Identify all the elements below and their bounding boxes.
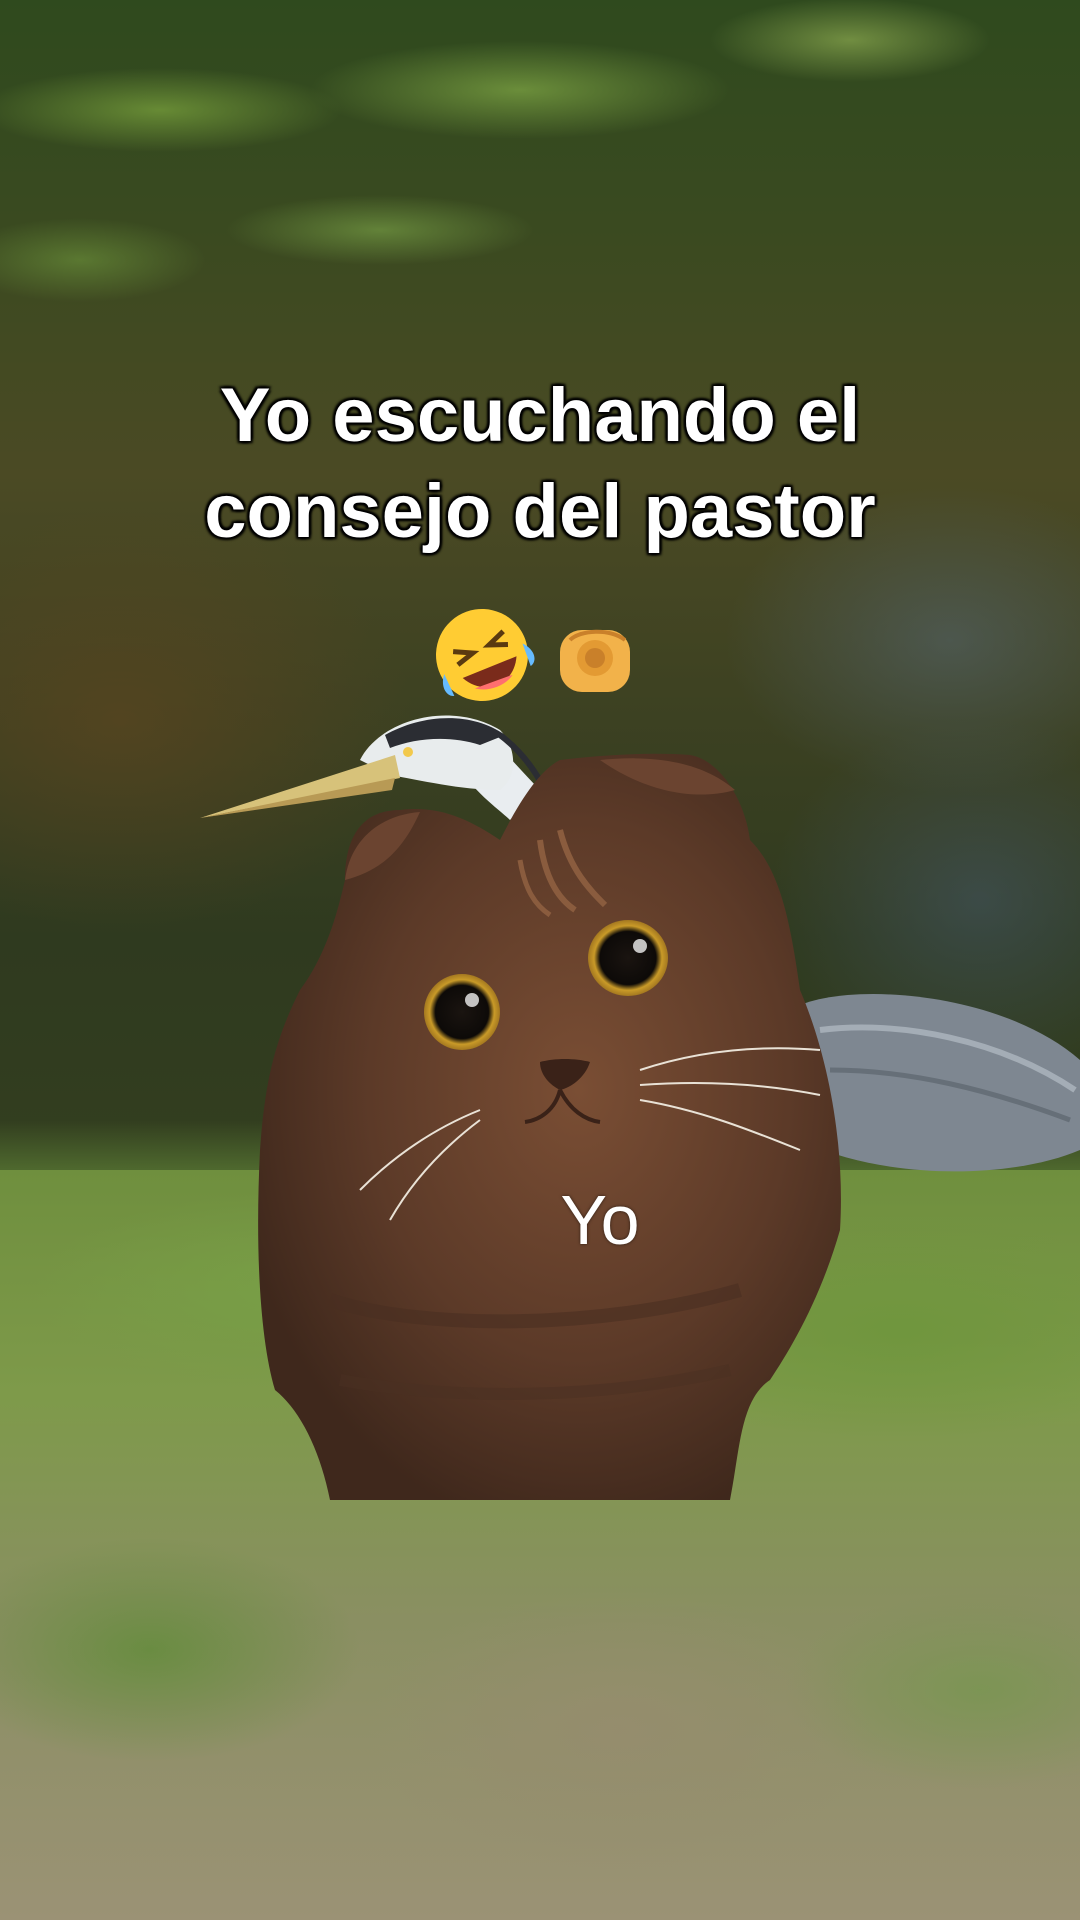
caption-line-1: Yo escuchando el [219,373,861,458]
video-frame: Yo escuchando el consejo del pastor Yo [0,0,1080,1920]
backhand-index-pointing-at-viewer-emoji [560,629,630,692]
caption-line-2: consejo del pastor [204,469,876,554]
cat-cutout [258,753,841,1500]
rolling-on-floor-laughing-emoji [436,609,535,701]
emoji-row [436,609,630,701]
caption-text: Yo escuchando el consejo del pastor [60,368,1020,560]
cat-label: Yo [560,1181,640,1259]
